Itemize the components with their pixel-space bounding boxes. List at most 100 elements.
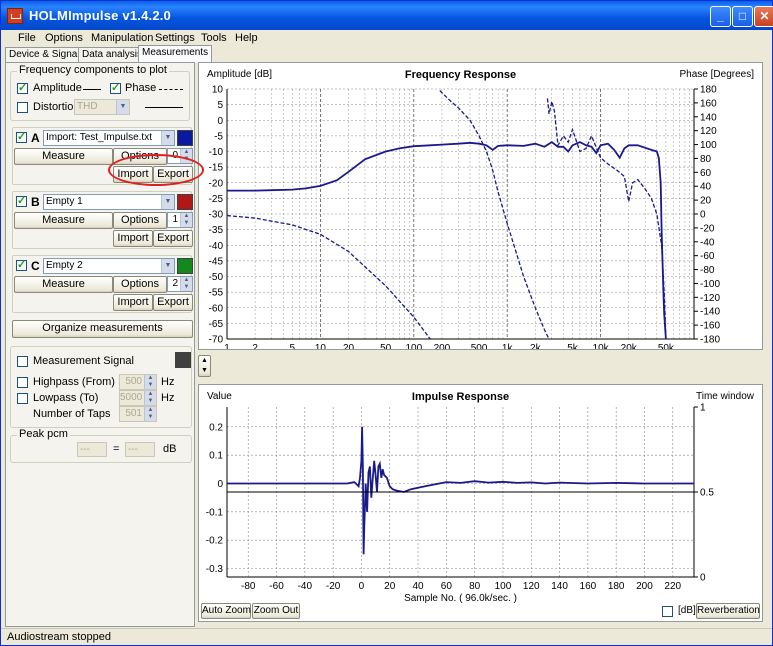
- y2-tick-label: -120: [700, 293, 720, 304]
- y-tick-label: -50: [209, 272, 224, 283]
- spinner-arrows-icon[interactable]: ▲ ▼: [180, 149, 192, 163]
- x-tick-label: 2: [252, 343, 258, 349]
- measurement-c-options-spinner[interactable]: 2 ▲ ▼: [167, 276, 193, 292]
- measurement-c-checkbox[interactable]: [16, 258, 27, 271]
- highpass-spinner[interactable]: 500 ▲ ▼: [119, 374, 157, 390]
- measurement-c-measure-button[interactable]: Measure: [14, 276, 113, 293]
- measurement-b-export-button[interactable]: Export: [153, 230, 193, 247]
- measurement-b-options-spinner[interactable]: 1 ▲ ▼: [167, 212, 193, 228]
- y2-tick-label: 140: [700, 112, 717, 123]
- grid: [226, 88, 694, 340]
- spinner-arrows-icon[interactable]: ▲ ▼: [144, 375, 156, 389]
- title-bar[interactable]: HOLMImpulse v1.4.2.0 _ □ ✕: [1, 1, 773, 30]
- x-tick-label: 2k: [530, 343, 542, 349]
- close-button[interactable]: ✕: [754, 6, 773, 27]
- distortion-checkbox[interactable]: [17, 102, 28, 113]
- splitter-arrows-icon[interactable]: ▲ ▼: [198, 355, 211, 377]
- spinner-arrows-icon[interactable]: ▲ ▼: [180, 213, 192, 227]
- measurement-a-measure-button[interactable]: Measure: [14, 148, 113, 165]
- y-tick-label: -0.1: [206, 507, 224, 518]
- measurement-a-color-swatch[interactable]: [177, 130, 193, 146]
- status-text: Audiostream stopped: [7, 631, 111, 643]
- auto-zoom-button[interactable]: Auto Zoom: [201, 603, 251, 619]
- lowpass-label: Lowpass (To): [33, 392, 99, 404]
- measurement-b-checkbox[interactable]: [16, 194, 27, 207]
- y-tick-label: -10: [209, 147, 224, 158]
- tab-data-analysis[interactable]: Data analysis: [78, 47, 147, 62]
- y-tick-label: -5: [214, 131, 223, 142]
- distortion-select[interactable]: THD ▼: [74, 99, 130, 115]
- x-tick-label: 0: [359, 581, 365, 592]
- y-tick-label: -60: [209, 303, 224, 314]
- lowpass-spinner[interactable]: 5000 ▲ ▼: [119, 390, 157, 406]
- menu-help[interactable]: Help: [235, 32, 258, 44]
- frequency-response-panel[interactable]: 10 5 0 -5 -10 -15 -20 -25 -30 -35 -40 -45 -50 -55 -60-…: [198, 62, 763, 366]
- impulse-response-chart[interactable]: 0.2 0.1 0 -0.1 -0.2 -0.3 1 0.5 0 -80 -60 -40 -20 0 20 4…: [199, 385, 762, 621]
- y2-tick-label: -140: [700, 307, 720, 318]
- taps-spinner[interactable]: 501 ▲ ▼: [119, 406, 157, 422]
- measurement-b-color-swatch[interactable]: [177, 194, 193, 210]
- distortion-line-legend: [145, 107, 183, 108]
- measurement-signal-checkbox[interactable]: [17, 356, 28, 367]
- measurement-b-options-button[interactable]: Options: [113, 212, 167, 229]
- impulse-response-panel[interactable]: 0.2 0.1 0 -0.1 -0.2 -0.3 1 0.5 0 -80 -60 -40 -20 0 20 4…: [198, 384, 763, 622]
- tab-measurements[interactable]: Measurements: [138, 45, 213, 63]
- organize-measurements-button[interactable]: Organize measurements: [12, 320, 193, 338]
- x-tick-label: 120: [523, 581, 540, 592]
- y2-tick-label: 1: [700, 403, 706, 414]
- x-tick-label: 20: [384, 581, 396, 592]
- y-tick-label: 0.1: [209, 451, 223, 462]
- y-tick-label: 10: [212, 85, 224, 96]
- y2-tick-label: 180: [700, 85, 717, 96]
- measurement-a-options-button[interactable]: Options: [113, 148, 167, 165]
- measurement-c-options-button[interactable]: Options: [113, 276, 167, 293]
- x-tick-label: 220: [664, 581, 681, 592]
- y-tick-label: -70: [209, 335, 224, 346]
- zoom-out-button[interactable]: Zoom Out: [252, 603, 300, 619]
- measurement-a-options-spinner[interactable]: 0 ▲ ▼: [167, 148, 193, 164]
- measurement-a-checkbox[interactable]: [16, 130, 27, 143]
- x-tick-label: 200: [636, 581, 653, 592]
- x-tick-label: 5: [290, 343, 296, 349]
- menu-tools[interactable]: Tools: [201, 32, 227, 44]
- y2-tick-label: 100: [700, 140, 717, 151]
- taps-label: Number of Taps: [33, 408, 111, 420]
- menu-manipulation[interactable]: Manipulation: [91, 32, 153, 44]
- measurement-c-export-button[interactable]: Export: [153, 294, 193, 311]
- reverberation-button[interactable]: Reverberation: [696, 603, 760, 619]
- menu-settings[interactable]: Settings: [155, 32, 195, 44]
- measurement-c-color-swatch[interactable]: [177, 258, 193, 274]
- spinner-arrows-icon[interactable]: ▲ ▼: [144, 391, 156, 405]
- frequency-response-chart[interactable]: 1050-5-10-15-20-25-30-35-40-45-50-55-60-…: [199, 63, 762, 366]
- chevron-down-icon: ▼: [161, 195, 174, 209]
- measurement-a-import-button[interactable]: Import: [113, 166, 153, 183]
- measurement-signal-color-swatch[interactable]: [175, 352, 191, 368]
- measurement-c-source-select[interactable]: Empty 2 ▼: [43, 258, 175, 274]
- amplitude-checkbox[interactable]: [17, 81, 28, 94]
- x-axis-label: Sample No. ( 96.0k/sec. ): [404, 593, 517, 604]
- menu-options[interactable]: Options: [45, 32, 83, 44]
- measurement-b-import-button[interactable]: Import: [113, 230, 153, 247]
- y2-axis-label: Phase [Degrees]: [680, 69, 755, 80]
- measurement-b-measure-button[interactable]: Measure: [14, 212, 113, 229]
- minimize-button[interactable]: _: [710, 6, 731, 27]
- lowpass-checkbox[interactable]: [17, 393, 28, 404]
- measurement-a-export-button[interactable]: Export: [153, 166, 193, 183]
- db-checkbox[interactable]: [662, 606, 673, 617]
- menu-file[interactable]: File: [18, 32, 36, 44]
- measurement-a-letter: A: [31, 131, 40, 145]
- maximize-button[interactable]: □: [732, 6, 753, 27]
- spinner-arrows-icon[interactable]: ▲ ▼: [144, 407, 156, 421]
- measurement-b-source-select[interactable]: Empty 1 ▼: [43, 194, 175, 210]
- y-tick-label: -15: [209, 163, 224, 174]
- measurement-a-source-select[interactable]: Import: Test_Impulse.txt ▼: [43, 130, 175, 146]
- peak-left-field: ---: [77, 442, 107, 457]
- tab-device-signal[interactable]: Device & Signal: [5, 47, 84, 62]
- x-tick-label: 5k: [567, 343, 579, 349]
- spinner-arrows-icon[interactable]: ▲ ▼: [180, 277, 192, 291]
- phase-checkbox[interactable]: [110, 81, 121, 94]
- y2-tick-label: 0: [700, 573, 706, 584]
- highpass-checkbox[interactable]: [17, 377, 28, 388]
- peak-equals: =: [113, 443, 120, 455]
- measurement-c-import-button[interactable]: Import: [113, 294, 153, 311]
